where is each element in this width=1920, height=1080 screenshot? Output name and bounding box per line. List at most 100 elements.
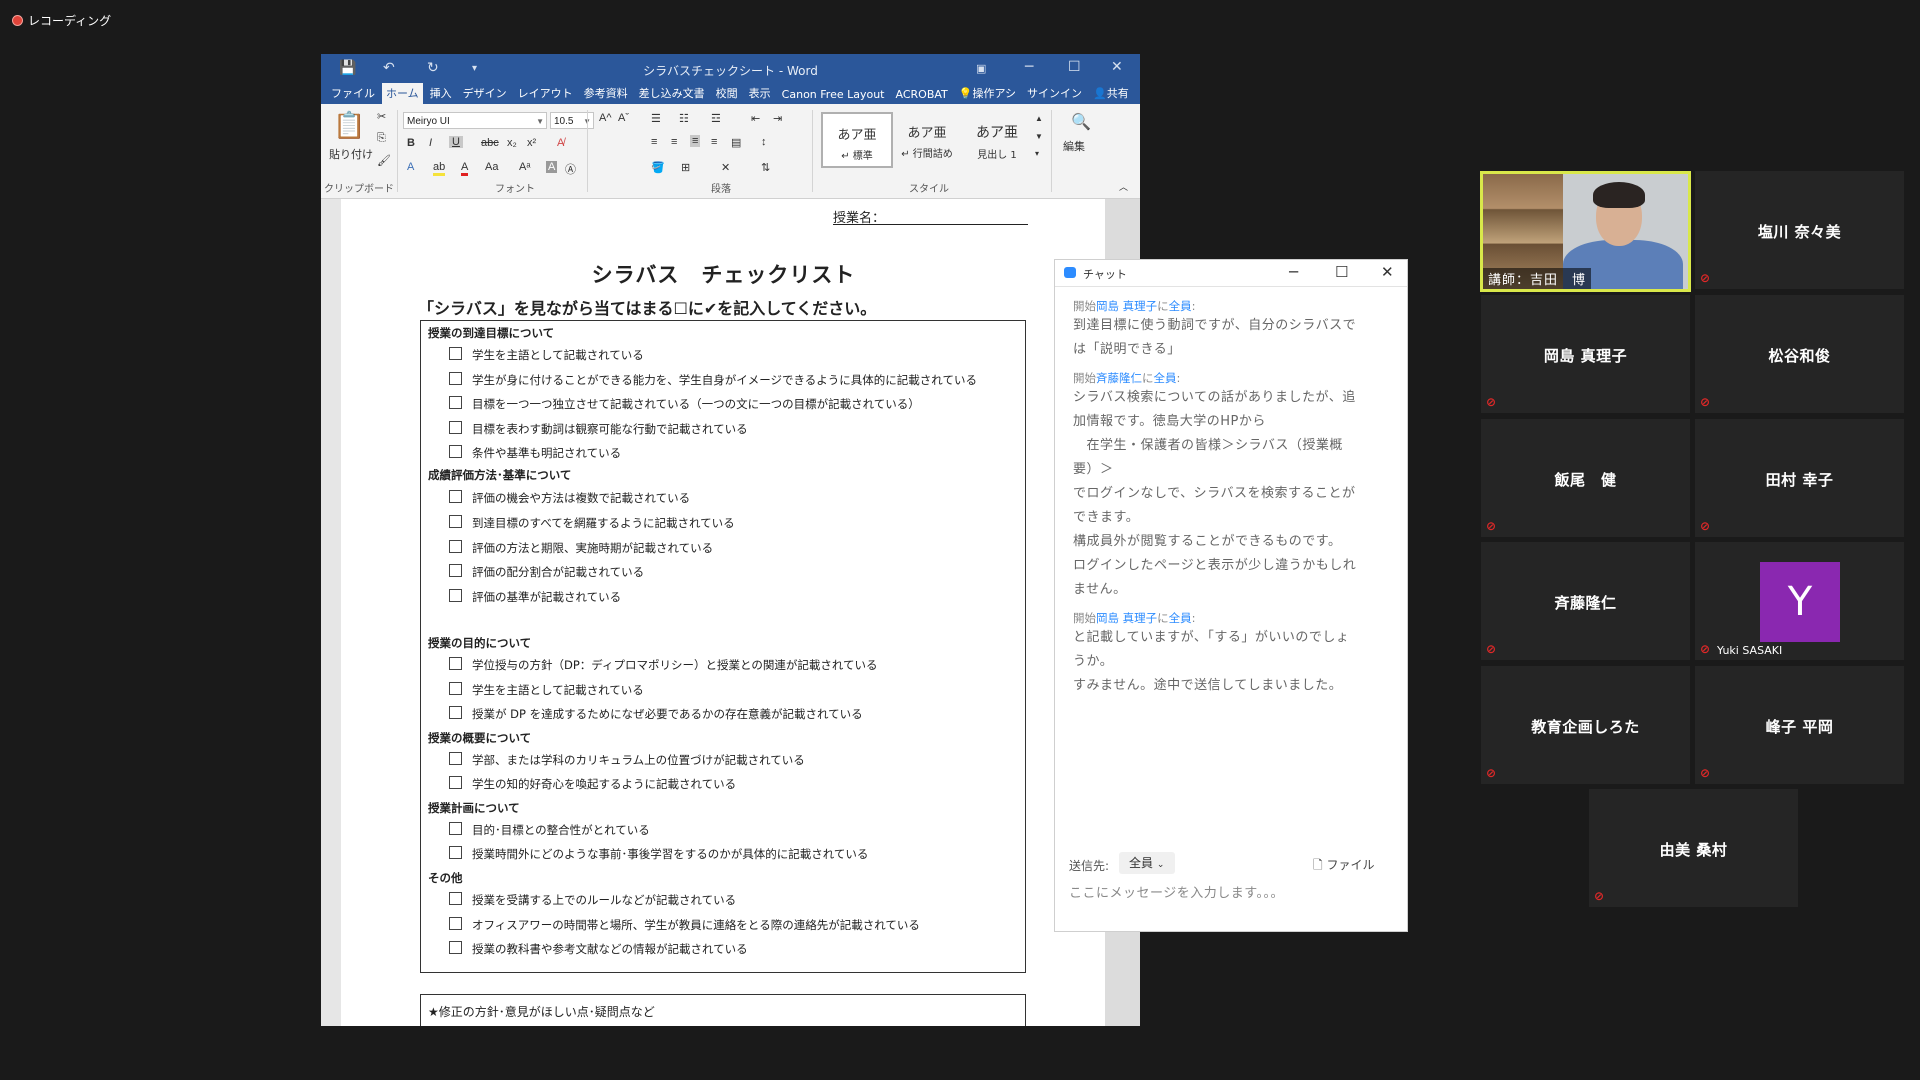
checkbox[interactable] (449, 445, 462, 458)
checkbox[interactable] (449, 941, 462, 954)
strikethrough-icon[interactable]: abc (481, 137, 499, 149)
checklist-item[interactable]: 学生を主語として記載されている (449, 347, 644, 363)
checkbox[interactable] (449, 846, 462, 859)
style-normal[interactable]: あア亜 ↵ 標準 (821, 112, 893, 168)
style-heading-1[interactable]: あア亜 見出し 1 (963, 112, 1031, 164)
sort-icon[interactable]: ⇅ (761, 161, 770, 174)
align-right-icon[interactable]: ≡ (690, 135, 701, 147)
checklist-item[interactable]: 評価の配分割合が記載されている (449, 564, 644, 580)
tab-design[interactable]: デザイン (459, 83, 511, 104)
asian-layout-icon[interactable]: ✕ (721, 161, 730, 174)
checkbox[interactable] (449, 589, 462, 602)
checkbox[interactable] (449, 752, 462, 765)
close-icon[interactable]: ✕ (1381, 263, 1394, 281)
checkbox[interactable] (449, 776, 462, 789)
checklist-item[interactable]: 評価の機会や方法は複数で記載されている (449, 490, 690, 506)
checkbox[interactable] (449, 372, 462, 385)
checkbox[interactable] (449, 917, 462, 930)
checklist-item[interactable]: 評価の基準が記載されている (449, 589, 621, 605)
checkbox[interactable] (449, 347, 462, 360)
distribute-icon[interactable]: ▤ (731, 136, 741, 149)
checklist-item[interactable]: 目標を表わす動詞は観察可能な行動で記載されている (449, 421, 748, 437)
participant-tile[interactable]: 斉藤隆仁 ⊘ (1481, 542, 1690, 660)
participant-tile[interactable]: 教育企画しろた ⊘ (1481, 666, 1690, 784)
copy-icon[interactable]: ⎘ (377, 132, 386, 145)
bold-icon[interactable]: B (407, 137, 415, 149)
subscript-icon[interactable]: x₂ (507, 137, 517, 149)
shrink-font-icon[interactable]: Aˇ (618, 112, 629, 124)
format-painter-icon[interactable]: 🖌 (377, 154, 391, 167)
tab-mailings[interactable]: 差し込み文書 (635, 83, 709, 104)
checklist-item[interactable]: 授業時間外にどのような事前･事後学習をするのかが具体的に記載されている (449, 846, 868, 862)
checkbox[interactable] (449, 657, 462, 670)
checklist-item[interactable]: 学位授与の方針（DP：ディプロマポリシー）と授業との関連が記載されている (449, 657, 878, 673)
participant-tile[interactable]: 田村 幸子 ⊘ (1695, 419, 1904, 537)
collapse-ribbon-icon[interactable]: ︿ (1119, 180, 1128, 193)
edit-label[interactable]: 編集 (1063, 138, 1085, 154)
tell-me-box[interactable]: 💡操作アシ (955, 83, 1020, 104)
send-to-select[interactable]: 全員 ⌄ (1119, 852, 1175, 874)
checklist-item[interactable]: オフィスアワーの時間帯と場所、学生が教員に連絡をとる際の連絡先が記載されている (449, 917, 920, 933)
italic-icon[interactable]: I (429, 137, 432, 149)
text-effects-icon[interactable]: A (407, 161, 414, 173)
search-icon[interactable]: 🔍 (1071, 112, 1091, 132)
change-case-icon[interactable]: Aa (485, 161, 498, 173)
participant-tile[interactable]: 峰子 平岡 ⊘ (1695, 666, 1904, 784)
checklist-item[interactable]: 学部、または学科のカリキュラム上の位置づけが記載されている (449, 752, 805, 768)
checklist-item[interactable]: 評価の方法と期限、実施時期が記載されている (449, 540, 713, 556)
multilevel-list-icon[interactable]: ☲ (711, 112, 721, 125)
styles-more-icon[interactable]: ▾ (1035, 149, 1039, 158)
numbering-icon[interactable]: ☷ (679, 112, 689, 125)
checkbox[interactable] (449, 706, 462, 719)
participant-tile[interactable]: 飯尾 健 ⊘ (1481, 419, 1690, 537)
char-shading-icon[interactable]: A (546, 161, 558, 173)
checkbox[interactable] (449, 396, 462, 409)
checklist-item[interactable]: 目標を一つ一つ独立させて記載されている（一つの文に一つの目標が記載されている） (449, 396, 920, 412)
styles-scroll-up-icon[interactable]: ▲ (1035, 114, 1043, 123)
close-icon[interactable]: ✕ (1111, 59, 1123, 75)
checkbox[interactable] (449, 490, 462, 503)
participant-tile[interactable]: 岡島 真理子 ⊘ (1481, 295, 1690, 413)
tab-layout[interactable]: レイアウト (514, 83, 577, 104)
cut-icon[interactable]: ✂ (377, 110, 386, 123)
font-name-combo[interactable]: Meiryo UI ▼ (403, 112, 547, 129)
tab-file[interactable]: ファイル (327, 83, 379, 104)
line-spacing-icon[interactable]: ↕ (761, 136, 767, 148)
checkbox[interactable] (449, 564, 462, 577)
tab-acrobat[interactable]: ACROBAT (892, 86, 952, 104)
tab-home[interactable]: ホーム (382, 83, 423, 104)
minimize-icon[interactable]: ─ (1025, 59, 1033, 75)
checklist-item[interactable]: 目的･目標との整合性がとれている (449, 822, 650, 838)
highlight-icon[interactable]: ab (433, 161, 446, 176)
borders-icon[interactable]: ⊞ (681, 161, 690, 174)
font-color-icon[interactable]: A (461, 161, 469, 176)
phonetic-guide-icon[interactable]: Aᵃ (519, 161, 530, 173)
tab-insert[interactable]: 挿入 (426, 83, 456, 104)
minimize-icon[interactable]: ─ (1289, 263, 1298, 281)
signin-link[interactable]: サインイン (1023, 83, 1086, 104)
superscript-icon[interactable]: x² (527, 137, 536, 149)
file-button[interactable]: 🗋 ファイル (1313, 856, 1375, 877)
paste-icon[interactable]: 📋 (333, 110, 365, 141)
checkbox[interactable] (449, 421, 462, 434)
grow-font-icon[interactable]: A^ (599, 112, 612, 124)
increase-indent-icon[interactable]: ⇥ (773, 112, 782, 125)
tab-view[interactable]: 表示 (745, 83, 775, 104)
checklist-item[interactable]: 学生が身に付けることができる能力を、学生自身がイメージできるように具体的に記載さ… (449, 372, 977, 388)
align-left-icon[interactable]: ≡ (651, 136, 657, 148)
decrease-indent-icon[interactable]: ⇤ (751, 112, 760, 125)
active-speaker-video[interactable]: 講師：吉田 博 (1480, 171, 1691, 292)
checkbox[interactable] (449, 515, 462, 528)
maximize-icon[interactable]: ☐ (1068, 59, 1081, 75)
checkbox[interactable] (449, 822, 462, 835)
underline-icon[interactable]: U (449, 136, 463, 148)
maximize-icon[interactable]: ☐ (1335, 263, 1348, 281)
paste-label[interactable]: 貼り付け (329, 146, 373, 162)
style-no-spacing[interactable]: あア亜 ↵ 行間詰め (893, 112, 961, 164)
checklist-item[interactable]: 授業の教科書や参考文献などの情報が記載されている (449, 941, 748, 957)
tab-review[interactable]: 校閲 (712, 83, 742, 104)
chat-message-input[interactable]: ここにメッセージを入力します。。。 (1069, 882, 1284, 901)
tab-canon[interactable]: Canon Free Layout (778, 86, 889, 104)
document-page[interactable]: 授業名： シラバス チェックリスト 「シラバス」を見ながら当てはまる☐に✔を記入… (341, 199, 1106, 1026)
ribbon-display-icon[interactable]: ▣ (976, 62, 986, 75)
